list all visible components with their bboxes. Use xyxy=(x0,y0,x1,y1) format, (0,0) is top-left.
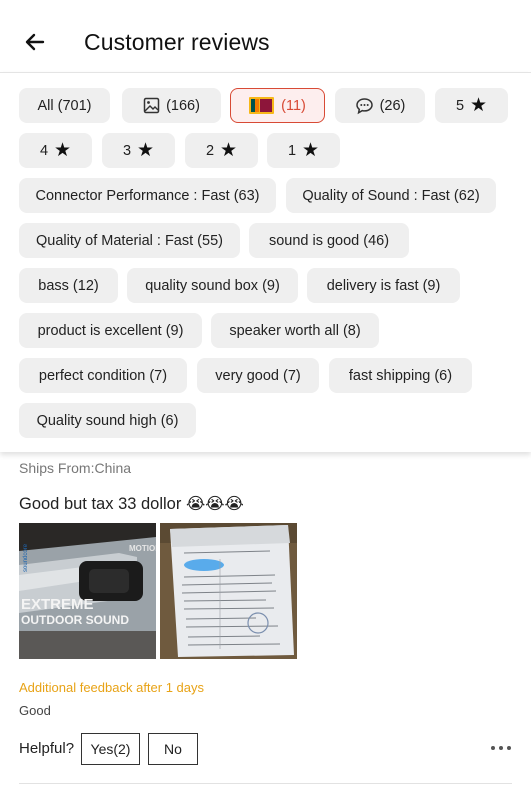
helpful-yes-button[interactable]: Yes(2) xyxy=(81,733,140,765)
header: Customer reviews xyxy=(0,12,531,72)
divider xyxy=(19,783,512,784)
filter-3-stars[interactable]: 3 ★ xyxy=(102,133,175,168)
photo-text-brand: soundcore xyxy=(23,543,29,572)
filter-4-stars[interactable]: 4 ★ xyxy=(19,133,92,168)
ships-from: Ships From:China xyxy=(19,460,132,476)
filter-5-label: 5 xyxy=(455,97,465,114)
tag-chip[interactable]: delivery is fast (9) xyxy=(307,268,460,303)
more-options-icon[interactable] xyxy=(491,746,511,752)
filter-country[interactable]: (11) xyxy=(230,88,325,123)
filter-photos-label: (166) xyxy=(166,97,200,114)
tag-chip[interactable]: speaker worth all (8) xyxy=(211,313,379,348)
tag-row: Quality of Material : Fast (55) sound is… xyxy=(0,223,531,259)
tag-chip[interactable]: quality sound box (9) xyxy=(127,268,298,303)
helpful-no-button[interactable]: No xyxy=(148,733,198,765)
filter-3-label: 3 xyxy=(122,142,132,159)
filter-4-label: 4 xyxy=(39,142,49,159)
review-photo-speaker-box[interactable]: MOTION soundcore EXTREME OUTDOOR SOUND xyxy=(19,523,156,659)
photo-text-outdoor: OUTDOOR SOUND xyxy=(21,613,129,627)
tag-chip[interactable]: perfect condition (7) xyxy=(19,358,187,393)
filter-with-photos[interactable]: (166) xyxy=(122,88,221,123)
filter-all[interactable]: All (701) xyxy=(19,88,110,123)
filter-5-stars[interactable]: 5 ★ xyxy=(435,88,508,123)
tag-row: Connector Performance : Fast (63) Qualit… xyxy=(0,178,531,214)
tag-chip[interactable]: fast shipping (6) xyxy=(329,358,472,393)
tag-row: product is excellent (9) speaker worth a… xyxy=(0,313,531,349)
tag-row: Quality sound high (6) xyxy=(0,403,531,439)
tag-chip[interactable]: bass (12) xyxy=(19,268,118,303)
status-bar xyxy=(0,0,531,12)
filter-row-stars: 4 ★ 3 ★ 2 ★ 1 ★ xyxy=(0,133,531,169)
filter-2-label: 2 xyxy=(205,142,215,159)
tag-chip[interactable]: very good (7) xyxy=(197,358,319,393)
tag-row: bass (12) quality sound box (9) delivery… xyxy=(0,268,531,304)
filter-all-label: All (701) xyxy=(37,97,92,114)
tag-chip[interactable]: Quality sound high (6) xyxy=(19,403,196,438)
filter-country-label: (11) xyxy=(281,97,306,114)
review-photo-receipt[interactable] xyxy=(160,523,297,659)
review-text: Good but tax 33 dollor 😭😭😭 xyxy=(19,495,244,513)
filter-1-label: 1 xyxy=(287,142,297,159)
photo-text-motion: MOTION xyxy=(129,544,156,553)
page-title: Customer reviews xyxy=(84,28,270,55)
star-icon: ★ xyxy=(470,95,488,116)
filter-1-star[interactable]: 1 ★ xyxy=(267,133,340,168)
additional-feedback-label: Additional feedback after 1 days xyxy=(19,680,205,695)
star-icon: ★ xyxy=(220,140,238,161)
star-icon: ★ xyxy=(137,140,155,161)
filter-comments-label: (26) xyxy=(379,97,406,114)
tag-chip[interactable]: sound is good (46) xyxy=(249,223,409,258)
filter-row-main: All (701) (166) (11) (26) 5 ★ xyxy=(0,88,531,124)
star-icon: ★ xyxy=(302,140,320,161)
filter-panel: All (701) (166) (11) (26) 5 ★ 4 ★ 3 ★ 2 … xyxy=(0,72,531,452)
star-icon: ★ xyxy=(54,140,72,161)
additional-feedback-text: Good xyxy=(19,703,51,718)
photo-text-extreme: EXTREME xyxy=(21,596,94,613)
sri-lanka-flag-icon xyxy=(249,97,275,114)
helpful-label: Helpful? xyxy=(19,740,75,757)
comment-icon xyxy=(355,97,374,115)
tag-chip[interactable]: product is excellent (9) xyxy=(19,313,202,348)
tag-row: perfect condition (7) very good (7) fast… xyxy=(0,358,531,394)
back-button[interactable] xyxy=(20,27,50,57)
image-icon xyxy=(143,97,160,114)
tag-chip[interactable]: Quality of Material : Fast (55) xyxy=(19,223,240,258)
arrow-left-icon xyxy=(25,33,45,51)
tag-chip[interactable]: Quality of Sound : Fast (62) xyxy=(286,178,496,213)
review-item: Ships From:China Good but tax 33 dollor … xyxy=(0,452,531,800)
filter-with-comments[interactable]: (26) xyxy=(335,88,425,123)
tag-chip[interactable]: Connector Performance : Fast (63) xyxy=(19,178,276,213)
filter-2-stars[interactable]: 2 ★ xyxy=(185,133,258,168)
